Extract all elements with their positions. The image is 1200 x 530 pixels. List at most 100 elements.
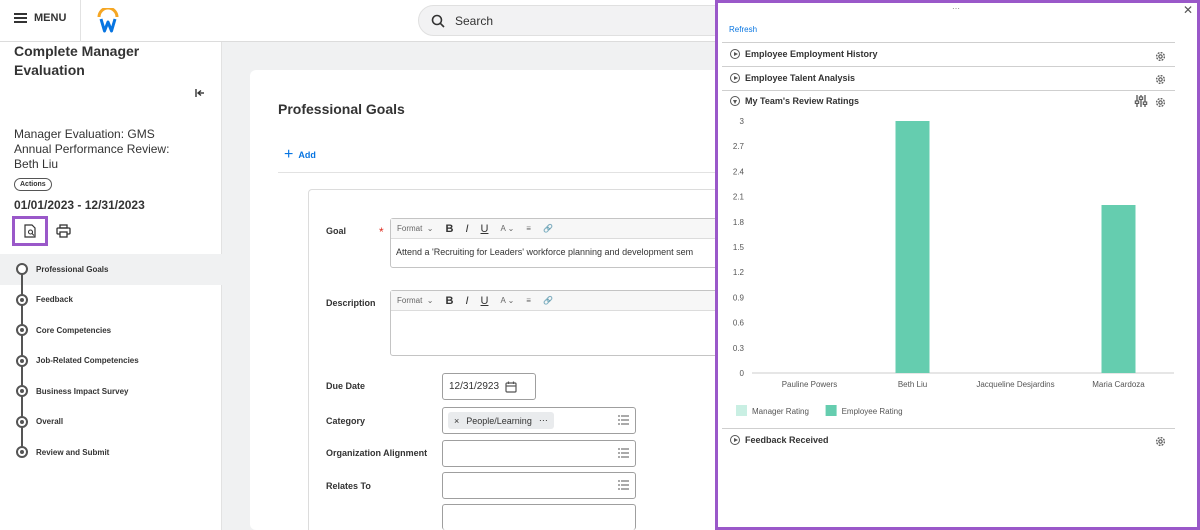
gear-icon[interactable]	[1154, 96, 1167, 109]
search-placeholder: Search	[455, 13, 494, 28]
add-label: Add	[298, 150, 316, 160]
x-tick-label: Beth Liu	[898, 380, 927, 389]
link-icon[interactable]: 🔗	[543, 224, 553, 233]
section-label: Employee Employment History	[745, 49, 878, 59]
team-review-ratings-chart: 0 0.3 0.6 0.9 1.2 1.5 1.8 2.1 2.4 2.7 3 Pauline Pow…	[733, 117, 1174, 416]
step-overall[interactable]: Overall	[0, 406, 222, 437]
organization-alignment-input[interactable]	[442, 440, 636, 467]
prompt-list-icon[interactable]	[618, 448, 629, 458]
step-list: Professional Goals Feedback Core Compete…	[0, 254, 222, 468]
step-feedback[interactable]: Feedback	[0, 284, 222, 315]
page-title: Professional Goals	[278, 101, 405, 117]
document-search-icon	[24, 224, 36, 238]
y-tick-label: 0.3	[733, 344, 745, 353]
search-bar[interactable]: Search	[418, 5, 748, 36]
relates-to-input[interactable]	[442, 472, 636, 499]
section-label: Employee Talent Analysis	[745, 73, 856, 83]
y-tick-label: 3	[740, 117, 745, 126]
underline-icon[interactable]: U	[481, 223, 489, 235]
workday-logo-icon[interactable]	[96, 8, 120, 34]
calendar-icon[interactable]	[505, 381, 517, 393]
y-tick-label: 0.6	[733, 319, 745, 328]
divider	[722, 42, 1175, 43]
category-input[interactable]: × People/Learning ⋯	[442, 407, 636, 434]
section-team-review-ratings[interactable]: My Team's Review Ratings	[730, 96, 859, 106]
section-employment-history[interactable]: Employee Employment History	[730, 49, 878, 59]
menu-button[interactable]: MENU	[14, 12, 66, 24]
text-color-icon[interactable]: A ⌄	[500, 224, 514, 233]
remove-icon[interactable]: ×	[454, 416, 459, 426]
step-job-related-competencies[interactable]: Job-Related Competencies	[0, 345, 222, 376]
gear-icon[interactable]	[1154, 50, 1167, 63]
section-label: Feedback Received	[745, 435, 829, 445]
format-dropdown[interactable]: Format ⌄	[397, 224, 434, 233]
actions-button[interactable]: Actions	[14, 178, 52, 191]
chart-settings-icon[interactable]	[1134, 94, 1148, 108]
description-editor[interactable]: Format ⌄ B I U A ⌄ ≡ 🔗	[390, 290, 720, 356]
related-actions-button[interactable]	[12, 216, 48, 246]
underline-icon[interactable]: U	[481, 295, 489, 307]
bullet-list-icon[interactable]: ≡	[526, 224, 531, 233]
plus-icon: +	[284, 146, 294, 163]
step-professional-goals[interactable]: Professional Goals	[0, 254, 222, 285]
step-indicator	[16, 354, 28, 367]
description-editor-toolbar: Format ⌄ B I U A ⌄ ≡ 🔗	[391, 291, 719, 311]
collapse-icon[interactable]	[193, 86, 207, 100]
x-tick-label: Jacqueline Desjardins	[976, 380, 1054, 389]
add-button[interactable]: + Add	[284, 146, 316, 163]
bar-employee-rating	[1101, 205, 1136, 373]
hamburger-icon	[14, 13, 27, 23]
gear-icon[interactable]	[1154, 435, 1167, 448]
gear-icon[interactable]	[1154, 73, 1167, 86]
legend-swatch	[825, 405, 837, 416]
section-talent-analysis[interactable]: Employee Talent Analysis	[730, 73, 855, 83]
step-core-competencies[interactable]: Core Competencies	[0, 315, 222, 346]
due-date-label: Due Date	[326, 381, 366, 391]
italic-icon[interactable]: I	[465, 223, 468, 235]
due-date-input[interactable]: 12/31/2923	[442, 373, 536, 400]
section-feedback-received[interactable]: Feedback Received	[730, 435, 829, 445]
collapse-section-icon	[730, 96, 740, 106]
review-date-range: 01/01/2023 - 12/31/2023	[14, 198, 145, 212]
due-date-value: 12/31/2923	[449, 381, 500, 392]
step-label: Review and Submit	[36, 447, 110, 457]
drag-handle-icon[interactable]: ⋯	[952, 4, 961, 13]
task-subtitle: Manager Evaluation: GMS Annual Performan…	[14, 127, 170, 171]
y-tick-label: 2.7	[733, 142, 745, 151]
description-label: Description	[326, 298, 376, 308]
prompt-list-icon[interactable]	[618, 480, 629, 490]
expand-icon	[730, 435, 740, 445]
text-color-icon[interactable]: A ⌄	[500, 296, 514, 305]
print-icon[interactable]	[56, 224, 71, 238]
category-chip-label: People/Learning	[466, 415, 532, 426]
step-review-and-submit[interactable]: Review and Submit	[0, 437, 222, 468]
divider	[722, 90, 1175, 91]
step-label: Job-Related Competencies	[36, 356, 139, 366]
step-business-impact-survey[interactable]: Business Impact Survey	[0, 376, 222, 407]
divider	[278, 172, 718, 173]
step-label: Core Competencies	[36, 325, 112, 335]
legend-label: Employee Rating	[842, 407, 903, 416]
y-tick-label: 2.1	[733, 193, 745, 202]
prompt-list-icon[interactable]	[618, 415, 629, 425]
bold-icon[interactable]: B	[446, 223, 454, 235]
x-tick-label: Pauline Powers	[782, 380, 838, 389]
more-icon[interactable]: ⋯	[539, 415, 548, 426]
bullet-list-icon[interactable]: ≡	[526, 296, 531, 305]
link-icon[interactable]: 🔗	[543, 296, 553, 305]
step-label: Professional Goals	[36, 264, 109, 274]
category-chip[interactable]: × People/Learning ⋯	[448, 412, 554, 429]
bold-icon[interactable]: B	[446, 295, 454, 307]
close-icon[interactable]: ✕	[1183, 3, 1193, 17]
italic-icon[interactable]: I	[465, 295, 468, 307]
required-indicator: *	[379, 225, 384, 239]
description-value	[391, 311, 719, 327]
expand-icon	[730, 49, 740, 59]
step-label: Business Impact Survey	[36, 386, 129, 396]
refresh-link[interactable]: Refresh	[729, 25, 757, 34]
legend-swatch	[736, 405, 747, 416]
next-field-input[interactable]	[442, 504, 636, 530]
goal-editor[interactable]: Format ⌄ B I U A ⌄ ≡ 🔗 Attend a 'Recruit…	[390, 218, 720, 268]
format-dropdown[interactable]: Format ⌄	[397, 296, 434, 305]
step-indicator	[16, 446, 28, 459]
